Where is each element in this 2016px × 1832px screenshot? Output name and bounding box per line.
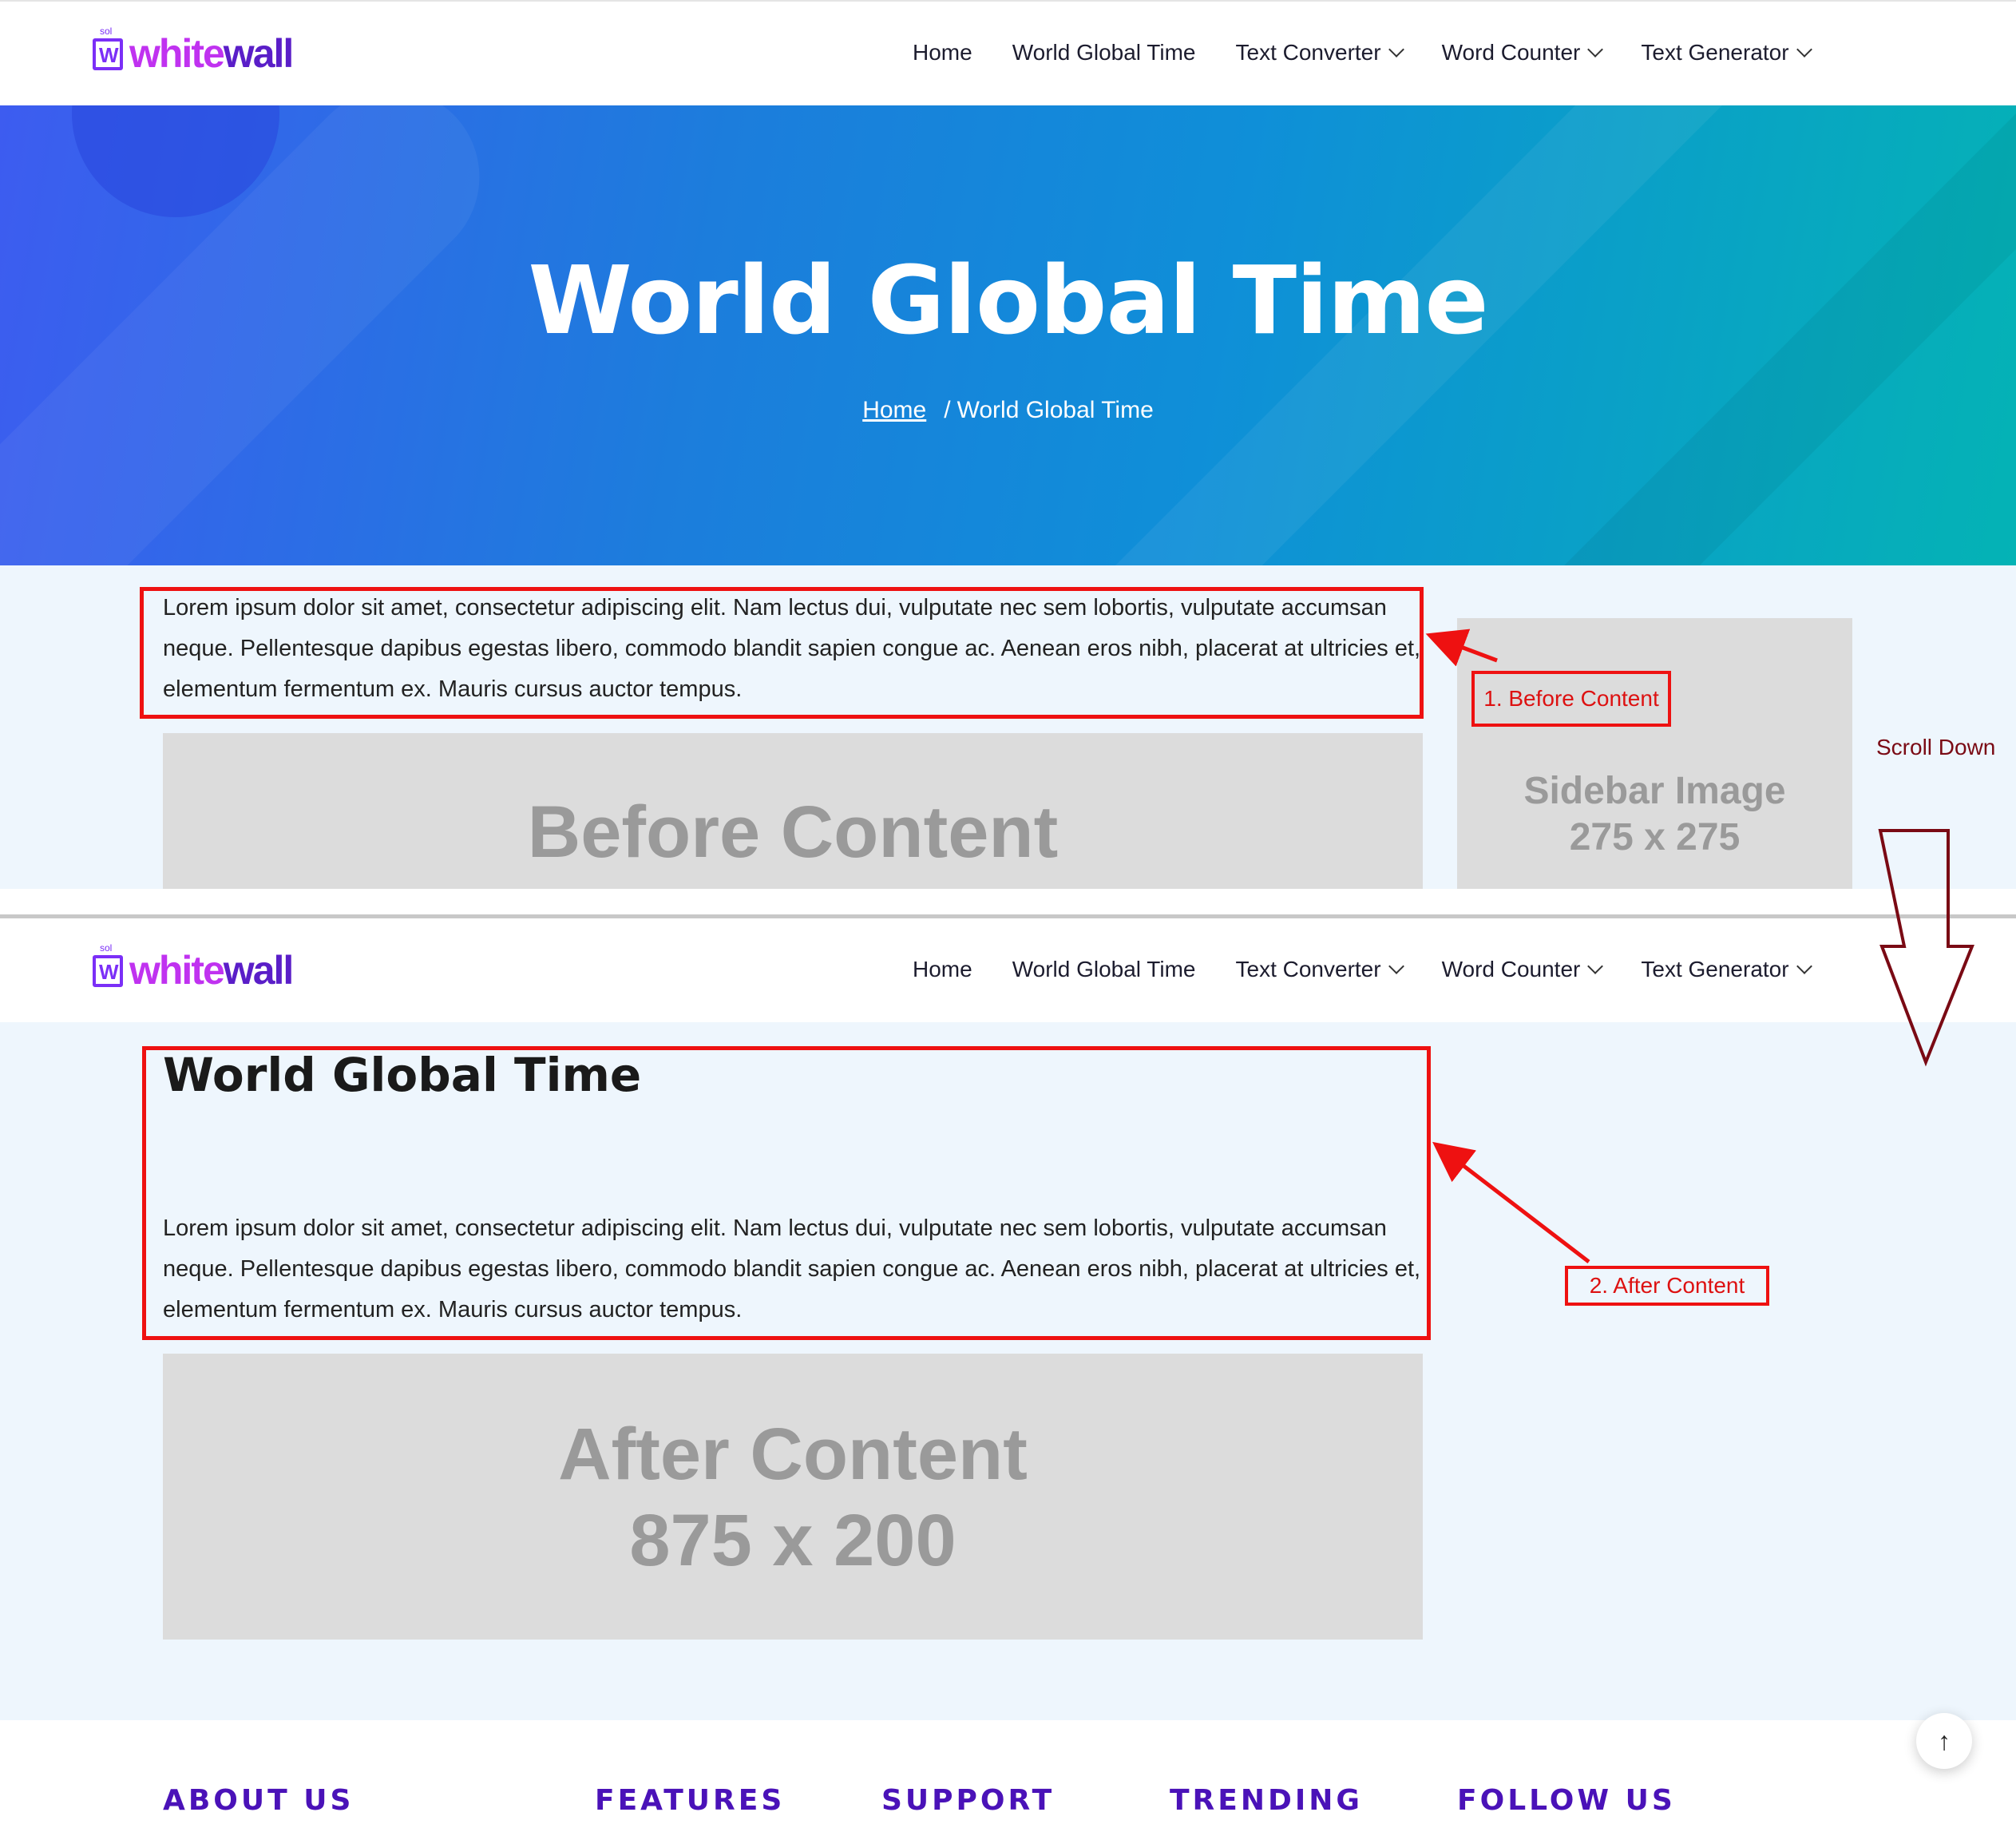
footer-heading-support: SUPPORT (881, 1784, 1056, 1817)
footer-heading-features: FEATURES (595, 1784, 786, 1817)
site-footer: ABOUT US FEATURES SUPPORT TRENDING FOLLO… (0, 1720, 2016, 1832)
footer-heading-about: ABOUT US (163, 1784, 354, 1817)
scroll-down-arrow-icon (1878, 829, 1974, 1067)
arrow-after-content-icon (1432, 1141, 1590, 1263)
back-to-top-button[interactable]: ↑ (1916, 1713, 1972, 1769)
footer-heading-follow: FOLLOW US (1457, 1784, 1676, 1817)
arrow-before-content-icon (1425, 629, 1498, 667)
annotation-overlay (1425, 629, 1974, 1263)
footer-heading-trending: TRENDING (1170, 1784, 1363, 1817)
arrow-up-icon: ↑ (1938, 1727, 1951, 1755)
